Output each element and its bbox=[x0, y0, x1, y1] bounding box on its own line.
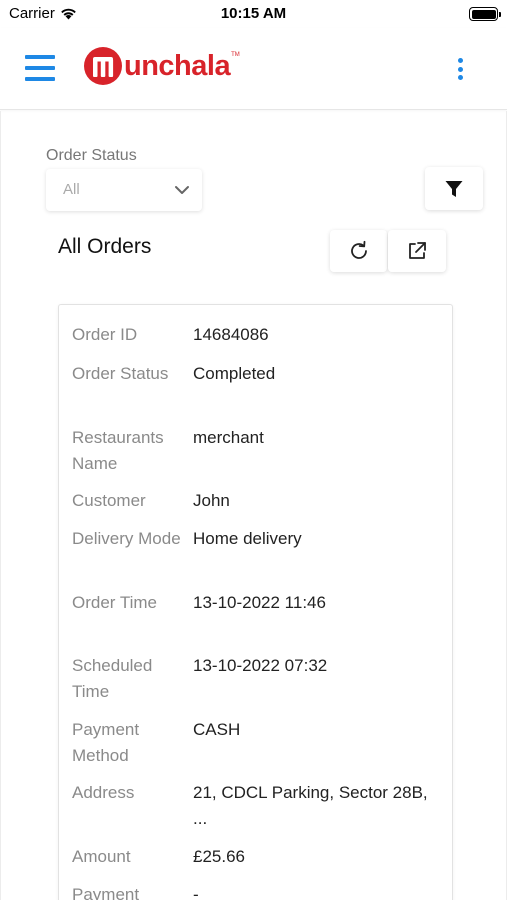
logo-mark-icon bbox=[84, 47, 122, 85]
order-field-label: Scheduled Time bbox=[72, 656, 153, 701]
order-field-label: Order ID bbox=[72, 325, 138, 344]
hamburger-menu-icon[interactable] bbox=[25, 55, 55, 81]
export-button[interactable] bbox=[388, 230, 446, 272]
refresh-button[interactable] bbox=[330, 230, 387, 272]
order-status-label: Order Status bbox=[46, 147, 137, 164]
order-field-value: 13-10-2022 07:32 bbox=[193, 656, 328, 675]
brand-logo: unchala TM bbox=[83, 46, 240, 86]
order-field-label: Restaurants Name bbox=[72, 428, 164, 473]
order-field-value: merchant bbox=[193, 428, 264, 447]
order-row-payment: Payment - bbox=[72, 882, 444, 900]
order-status-select[interactable]: All bbox=[46, 169, 202, 211]
order-field-label: Delivery Mode bbox=[72, 529, 181, 548]
order-row-address: Address 21, CDCL Parking, Sector 28B, ..… bbox=[72, 780, 444, 832]
order-field-label: Payment bbox=[72, 885, 140, 900]
order-field-value: John bbox=[193, 491, 230, 510]
order-card[interactable]: Order ID 14684086 Order Status Completed… bbox=[58, 304, 453, 900]
filter-button[interactable] bbox=[425, 167, 483, 210]
orders-content: Order Status All All Orders Order ID 146… bbox=[0, 111, 507, 900]
refresh-icon bbox=[350, 240, 367, 259]
order-row-payment-method: Payment Method CASH bbox=[72, 717, 444, 769]
page-title: All Orders bbox=[58, 235, 152, 258]
order-field-label: Payment Method bbox=[72, 720, 140, 765]
order-field-label: Order Time bbox=[72, 593, 158, 612]
chevron-down-icon bbox=[175, 186, 189, 194]
battery-icon bbox=[469, 7, 501, 21]
logo-text: unchala bbox=[124, 50, 231, 82]
order-field-label: Order Status bbox=[72, 364, 169, 383]
order-row-order-status: Order Status Completed bbox=[72, 361, 444, 387]
status-bar: Carrier 10:15 AM bbox=[0, 0, 507, 28]
order-status-value: All bbox=[63, 181, 80, 198]
order-field-value: - bbox=[193, 885, 199, 900]
order-field-value: Completed bbox=[193, 364, 276, 383]
order-row-order-time: Order Time 13-10-2022 11:46 bbox=[72, 590, 444, 616]
order-field-value: 13-10-2022 11:46 bbox=[193, 593, 326, 612]
order-row-scheduled-time: Scheduled Time 13-10-2022 07:32 bbox=[72, 653, 444, 705]
order-field-label: Customer bbox=[72, 491, 146, 510]
external-link-icon bbox=[409, 242, 426, 259]
order-field-value: 21, CDCL Parking, Sector 28B, ... bbox=[193, 783, 428, 828]
order-field-value: £25.66 bbox=[193, 847, 245, 866]
order-field-label: Address bbox=[72, 783, 135, 802]
order-field-label: Amount bbox=[72, 847, 131, 866]
clock: 10:15 AM bbox=[220, 5, 287, 22]
order-field-value: 14684086 bbox=[193, 325, 269, 344]
app-header: unchala TM bbox=[0, 28, 507, 110]
order-field-value: CASH bbox=[193, 720, 241, 739]
order-row-order-id: Order ID 14684086 bbox=[72, 322, 444, 348]
logo-trademark: TM bbox=[231, 52, 240, 58]
more-options-icon[interactable] bbox=[457, 58, 463, 80]
order-row-amount: Amount £25.66 bbox=[72, 844, 444, 870]
order-row-delivery-mode: Delivery Mode Home delivery bbox=[72, 526, 444, 552]
order-row-restaurant-name: Restaurants Name merchant bbox=[72, 425, 444, 477]
order-row-customer: Customer John bbox=[72, 488, 444, 514]
order-field-value: Home delivery bbox=[193, 529, 302, 548]
filter-icon bbox=[445, 180, 463, 197]
